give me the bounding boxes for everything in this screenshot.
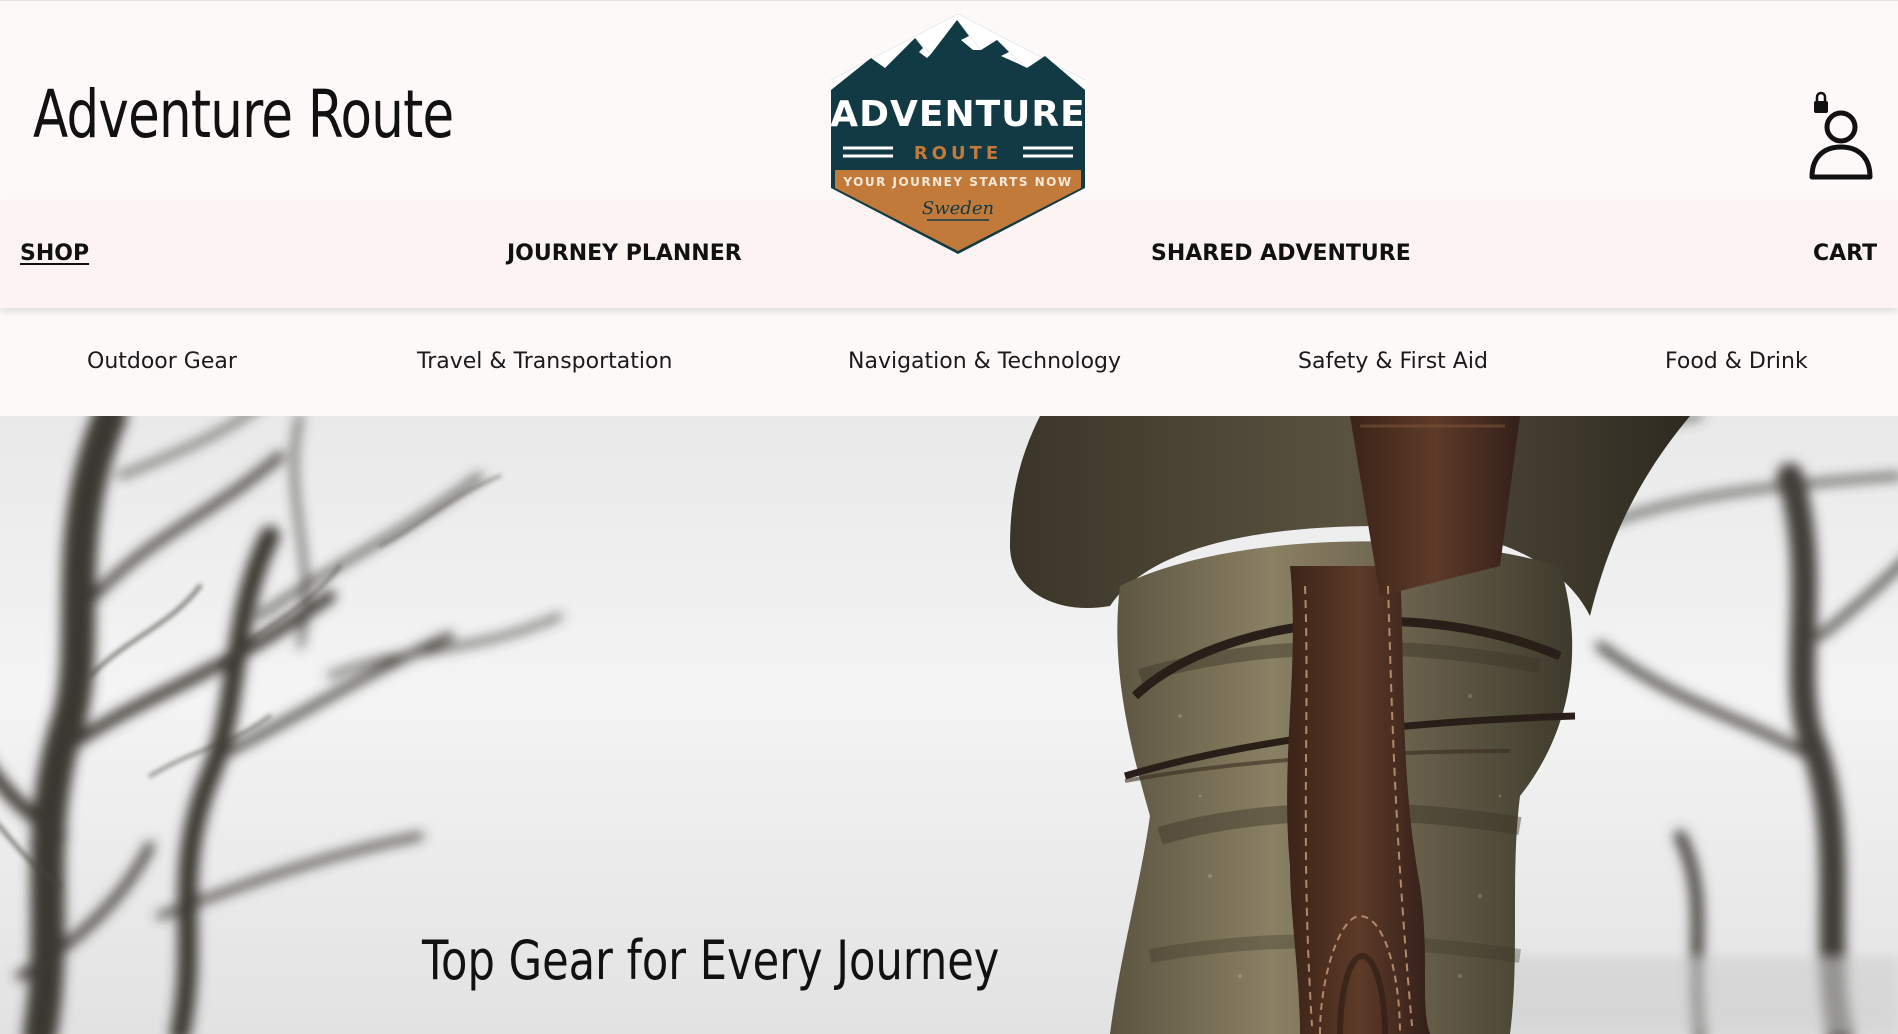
nav-shop[interactable]: SHOP — [20, 240, 89, 268]
category-travel-transportation[interactable]: Travel & Transportation — [417, 348, 672, 376]
category-safety-first-aid[interactable]: Safety & First Aid — [1298, 348, 1488, 376]
svg-text:YOUR JOURNEY STARTS NOW: YOUR JOURNEY STARTS NOW — [842, 175, 1072, 189]
category-navigation-technology[interactable]: Navigation & Technology — [848, 348, 1121, 376]
brand-logo[interactable]: ADVENTURE ROUTE YOUR JOURNEY STARTS NOW … — [823, 10, 1093, 258]
site-title[interactable]: Adventure Route — [33, 73, 454, 157]
nav-cart[interactable]: CART — [1813, 240, 1877, 268]
hero-banner[interactable]: Top Gear for Every Journey — [0, 416, 1898, 1034]
category-food-drink[interactable]: Food & Drink — [1665, 348, 1808, 376]
svg-text:ROUTE: ROUTE — [914, 143, 1002, 164]
nav-journey-planner[interactable]: JOURNEY PLANNER — [507, 240, 742, 268]
hero-caption: Top Gear for Every Journey — [422, 929, 1000, 992]
category-nav: Outdoor Gear Travel & Transportation Nav… — [0, 308, 1898, 416]
nav-shared-adventure[interactable]: SHARED ADVENTURE — [1151, 240, 1411, 268]
svg-text:Sweden: Sweden — [922, 198, 994, 219]
category-outdoor-gear[interactable]: Outdoor Gear — [87, 348, 237, 376]
account-icon[interactable] — [1806, 91, 1876, 181]
page: Adventure Route SHOP JOURNEY PLANNER SHA… — [0, 0, 1898, 1034]
svg-text:ADVENTURE: ADVENTURE — [830, 94, 1085, 135]
